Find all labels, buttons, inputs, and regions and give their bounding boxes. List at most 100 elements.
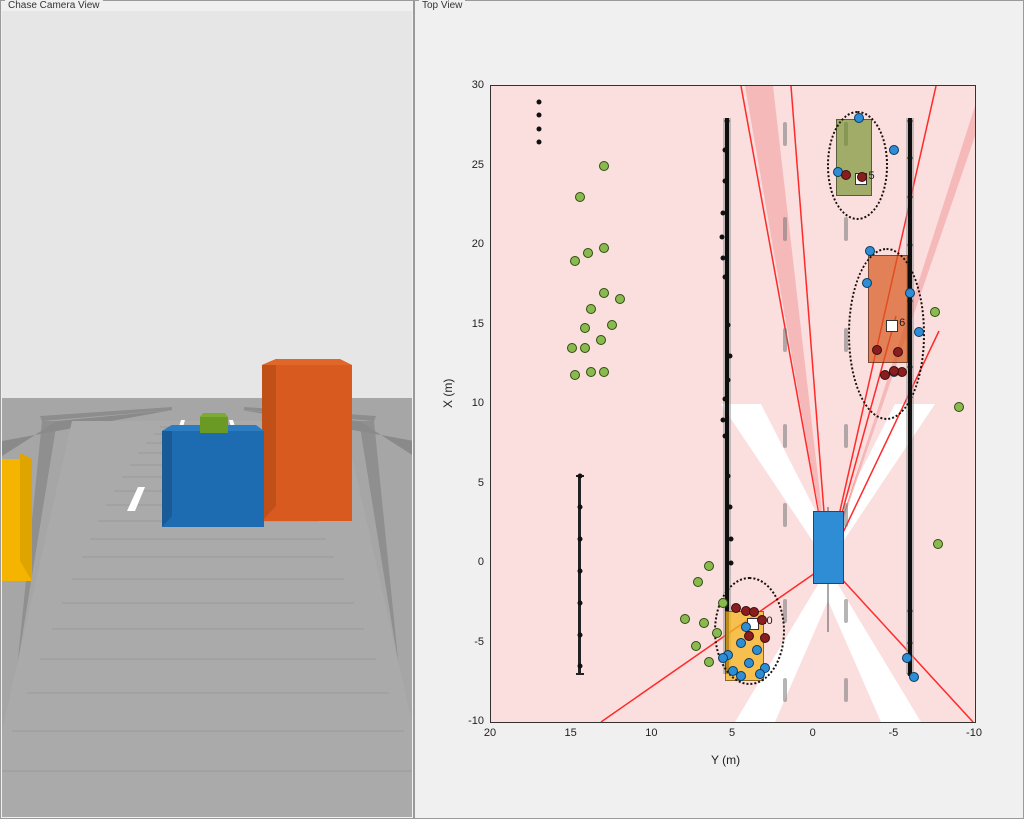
detection-red	[744, 631, 754, 641]
detection-black	[721, 211, 726, 216]
detection-red	[889, 366, 899, 376]
track-label: 5	[868, 170, 874, 182]
detection-green	[704, 561, 714, 571]
detection-black	[721, 255, 726, 260]
detection-green	[567, 343, 577, 353]
detection-black	[722, 179, 727, 184]
detection-black	[908, 243, 913, 248]
detection-black	[727, 505, 732, 510]
detection-black	[537, 112, 542, 117]
detection-green	[586, 367, 596, 377]
detection-green	[930, 307, 940, 317]
panel-chase-title: Chase Camera View	[5, 0, 103, 11]
lane-dash	[783, 503, 787, 527]
detection-blue	[909, 672, 919, 682]
detection-green	[712, 628, 722, 638]
x-tick: 0	[810, 727, 816, 739]
detection-blue	[902, 653, 912, 663]
detection-red	[841, 170, 851, 180]
detection-black	[729, 537, 734, 542]
y-tick: 5	[456, 477, 484, 489]
lane-dash	[844, 599, 848, 623]
axes-area[interactable]: 5610	[490, 85, 976, 723]
detection-red	[893, 347, 903, 357]
lane-dash	[783, 328, 787, 352]
x-tick: 5	[729, 727, 735, 739]
detection-black	[577, 505, 582, 510]
y-tick: -5	[456, 636, 484, 648]
detection-black	[577, 664, 582, 669]
detection-green	[599, 243, 609, 253]
detection-black	[577, 537, 582, 542]
lane-dash	[844, 217, 848, 241]
detection-green	[580, 323, 590, 333]
detection-green	[583, 248, 593, 258]
detection-green	[954, 402, 964, 412]
detection-green	[586, 304, 596, 314]
lane-dash	[844, 678, 848, 702]
detection-blue	[752, 645, 762, 655]
detection-black	[722, 274, 727, 279]
detection-green	[570, 370, 580, 380]
lane-dash	[783, 424, 787, 448]
detection-blue	[854, 113, 864, 123]
detection-black	[724, 118, 729, 123]
detection-red	[872, 345, 882, 355]
detection-black	[726, 473, 731, 478]
detection-green	[607, 320, 617, 330]
detection-green	[615, 294, 625, 304]
detection-green	[691, 641, 701, 651]
detection-green	[704, 657, 714, 667]
x-tick: -10	[966, 727, 982, 739]
detection-black	[721, 417, 726, 422]
top-view-plot[interactable]: Y (m) X (m) 20151050-5-10 -10-5051015202…	[416, 13, 1022, 817]
detection-blue	[914, 327, 924, 337]
lane-dash	[783, 122, 787, 146]
detection-blue	[889, 145, 899, 155]
detection-blue	[755, 669, 765, 679]
detection-green	[680, 614, 690, 624]
detection-green	[580, 343, 590, 353]
detection-red	[857, 172, 867, 182]
detection-green	[599, 288, 609, 298]
detection-black	[577, 600, 582, 605]
detection-blue	[744, 658, 754, 668]
y-tick: 15	[456, 318, 484, 330]
detection-blue	[905, 288, 915, 298]
detection-green	[699, 618, 709, 628]
lane-dash	[783, 678, 787, 702]
ego-vehicle	[813, 511, 844, 584]
detection-black	[908, 118, 913, 123]
x-axis-label: Y (m)	[711, 753, 740, 767]
detection-black	[908, 155, 913, 160]
detection-black	[722, 433, 727, 438]
detection-black	[577, 568, 582, 573]
y-tick: 30	[456, 79, 484, 91]
chase-camera-view[interactable]	[2, 11, 412, 817]
detection-black	[537, 99, 542, 104]
detection-blue	[741, 622, 751, 632]
detection-black	[908, 608, 913, 613]
detection-black	[908, 640, 913, 645]
x-tick: 15	[565, 727, 577, 739]
x-tick: 10	[645, 727, 657, 739]
detection-green	[570, 256, 580, 266]
detection-black	[722, 147, 727, 152]
panel-chase-camera: Chase Camera View	[0, 0, 414, 819]
root: Chase Camera View	[0, 0, 1024, 819]
detection-blue	[862, 278, 872, 288]
lane-dash	[844, 424, 848, 448]
panel-top-view: Top View Y (m) X (m) 20151050-5-10 -10-5…	[414, 0, 1024, 819]
detection-green	[599, 367, 609, 377]
detection-green	[599, 161, 609, 171]
detection-green	[693, 577, 703, 587]
lane-dash	[783, 217, 787, 241]
y-tick: 0	[456, 556, 484, 568]
track-marker	[886, 320, 898, 332]
detection-red	[760, 633, 770, 643]
chase-vehicles-svg	[2, 11, 412, 817]
detection-green	[718, 598, 728, 608]
detection-black	[726, 322, 731, 327]
detection-green	[575, 192, 585, 202]
panel-top-title: Top View	[419, 0, 465, 11]
